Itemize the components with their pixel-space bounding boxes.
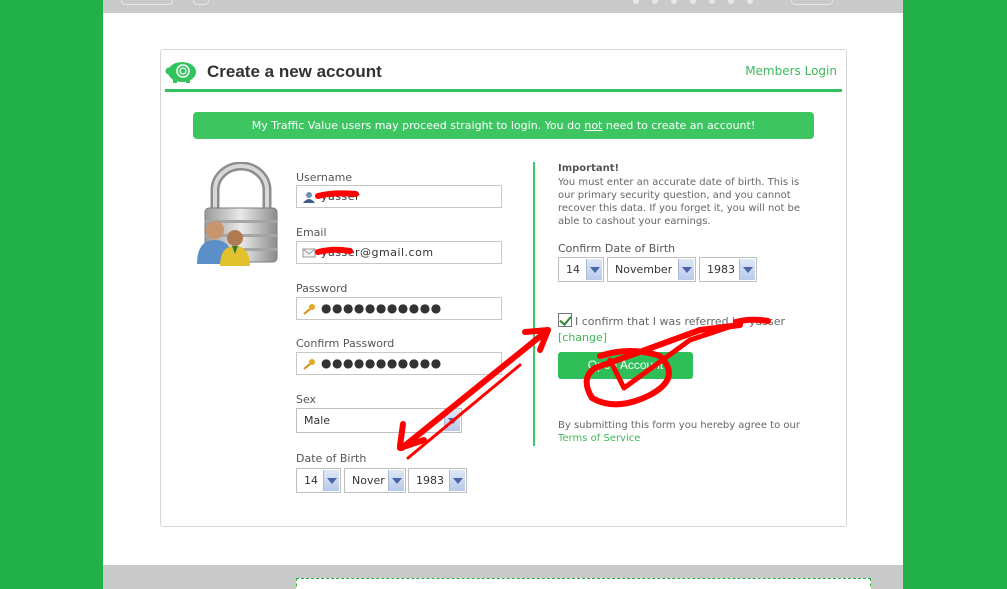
header-decoration: [791, 0, 833, 5]
header-decoration: [652, 0, 658, 4]
password-field[interactable]: ●●●●●●●●●●●: [296, 297, 502, 320]
confirm-password-value: ●●●●●●●●●●●: [321, 356, 442, 370]
header-decoration: [671, 0, 677, 4]
email-label: Email: [296, 226, 327, 239]
confirm-password-field[interactable]: ●●●●●●●●●●●: [296, 352, 502, 375]
change-referrer-link[interactable]: [change]: [558, 331, 607, 344]
chevron-down-icon: [739, 259, 755, 280]
header-decoration: [728, 0, 734, 4]
signup-panel: Create a new account Members Login My Tr…: [160, 49, 847, 527]
important-text: You must enter an accurate date of birth…: [558, 177, 801, 227]
members-login-link[interactable]: Members Login: [745, 64, 837, 78]
sex-value: Male: [304, 414, 331, 427]
username-value: yasser: [321, 190, 361, 203]
referral-confirm-checkbox[interactable]: [558, 313, 572, 327]
user-icon: [303, 192, 315, 203]
padlock-users-icon: [197, 162, 278, 266]
sex-label: Sex: [296, 393, 317, 406]
open-account-button[interactable]: Open Account: [558, 352, 693, 379]
password-value: ●●●●●●●●●●●: [321, 301, 442, 315]
dob-day-select[interactable]: 14: [296, 468, 341, 493]
dob-month-select[interactable]: Nover: [344, 468, 406, 493]
header-decoration: [121, 0, 173, 5]
envelope-icon: [302, 248, 316, 258]
confirm-dob-year-value: 1983: [707, 263, 735, 276]
dob-month-value: Nover: [352, 474, 385, 487]
confirm-dob-day-value: 14: [566, 263, 580, 276]
email-field[interactable]: yasser@gmail.com: [296, 241, 502, 264]
column-divider: [533, 162, 535, 446]
piggy-bank-logo-icon: [165, 62, 196, 83]
confirm-dob-label: Confirm Date of Birth: [558, 242, 676, 255]
dob-year-select[interactable]: 1983: [408, 468, 467, 493]
header-decoration: [709, 0, 715, 4]
site-footer-strip: [103, 565, 903, 589]
notice-text-end: need to create an account!: [602, 119, 756, 132]
chevron-down-icon: [323, 470, 339, 491]
page-title: Create a new account: [207, 62, 382, 81]
notice-emphasis: not: [584, 119, 603, 132]
username-label: Username: [296, 171, 353, 184]
dob-year-value: 1983: [416, 474, 444, 487]
chevron-down-icon: [678, 259, 694, 280]
confirm-dob-month-value: November: [615, 263, 673, 276]
site-header-strip: [103, 0, 903, 13]
header-decoration: [193, 0, 209, 5]
terms-agreement: By submitting this form you hereby agree…: [558, 419, 808, 445]
confirm-dob-month-select[interactable]: November: [607, 257, 696, 282]
header-decoration: [690, 0, 696, 4]
terms-of-service-link[interactable]: Terms of Service: [558, 433, 640, 444]
referral-confirm-label: I confirm that I was referred by yasser: [575, 315, 786, 328]
dob-day-value: 14: [304, 474, 318, 487]
password-label: Password: [296, 282, 348, 295]
confirm-password-label: Confirm Password: [296, 337, 395, 350]
confirm-dob-day-select[interactable]: 14: [558, 257, 604, 282]
panel-header: Create a new account Members Login: [165, 54, 842, 92]
header-decoration: [747, 0, 753, 4]
important-heading: Important!: [558, 163, 620, 174]
chevron-down-icon: [449, 470, 465, 491]
username-field[interactable]: yasser: [296, 185, 502, 208]
key-icon: [303, 304, 315, 315]
chevron-down-icon: [444, 410, 460, 431]
confirm-dob-year-select[interactable]: 1983: [699, 257, 757, 282]
email-value: yasser@gmail.com: [321, 246, 434, 259]
chevron-down-icon: [586, 259, 602, 280]
login-notice-banner: My Traffic Value users may proceed strai…: [193, 112, 814, 139]
terms-agreement-text: By submitting this form you hereby agree…: [558, 420, 800, 431]
key-icon: [303, 359, 315, 370]
chevron-down-icon: [388, 470, 404, 491]
footer-banner: [296, 578, 871, 589]
sex-select[interactable]: Male: [296, 408, 462, 433]
notice-text: My Traffic Value users may proceed strai…: [251, 119, 585, 132]
dob-label: Date of Birth: [296, 452, 367, 465]
header-decoration: [633, 0, 639, 4]
